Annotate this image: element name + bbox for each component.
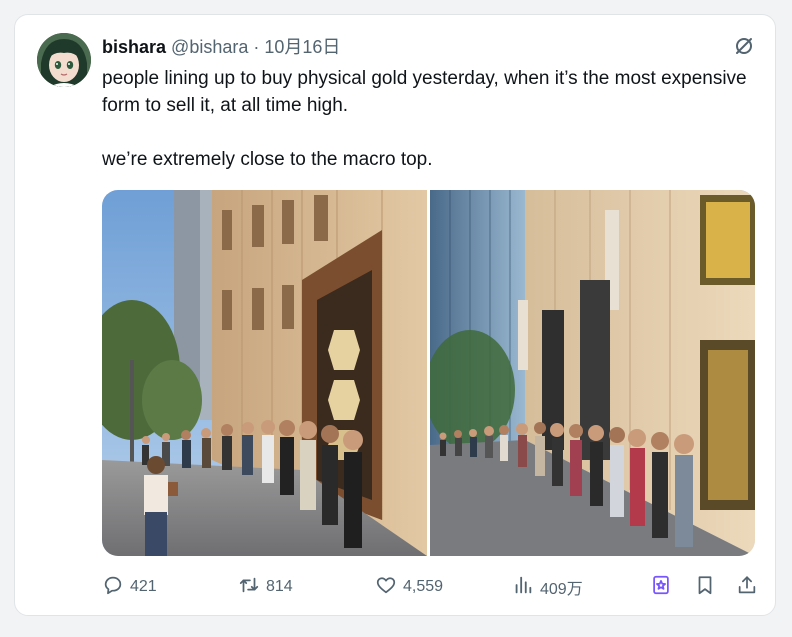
action-bar: 421 814 4,559 409万	[102, 573, 757, 601]
tweet-text-line-2: we’re extremely close to the macro top.	[102, 149, 433, 170]
repost-arrows-icon	[238, 574, 260, 601]
separator: ·	[253, 37, 260, 57]
media-grid	[102, 190, 755, 556]
bookmark-star-icon	[650, 574, 672, 601]
photo-left[interactable]	[102, 190, 427, 556]
share-upload-icon	[736, 574, 758, 601]
like-button[interactable]: 4,559	[375, 573, 443, 601]
reply-bubble-icon	[102, 574, 124, 601]
tweet-text-line-1: people lining up to buy physical gold ye…	[102, 68, 747, 116]
share-button[interactable]	[736, 573, 758, 601]
repost-button[interactable]: 814	[238, 573, 293, 601]
tweet-card[interactable]: bishara @bishara · 10月16日 people lining …	[14, 14, 776, 616]
post-date[interactable]: 10月16日	[264, 37, 340, 57]
avatar[interactable]	[37, 33, 91, 87]
repost-count: 814	[266, 578, 293, 595]
photo-right[interactable]	[430, 190, 755, 556]
bookmark-button[interactable]	[694, 573, 716, 601]
views-count: 409万	[540, 581, 583, 598]
views-button[interactable]: 409万	[512, 573, 583, 601]
reply-count: 421	[130, 578, 157, 595]
display-name[interactable]: bishara	[102, 37, 166, 57]
heart-icon	[375, 574, 397, 601]
reply-button[interactable]: 421	[102, 573, 157, 601]
tweet-text: people lining up to buy physical gold ye…	[102, 65, 752, 173]
grok-slash-icon[interactable]	[733, 35, 755, 57]
bar-chart-icon	[512, 574, 534, 601]
tweet-header: bishara @bishara · 10月16日	[102, 36, 340, 58]
grok-bookmark-button[interactable]	[650, 573, 672, 601]
like-count: 4,559	[403, 578, 444, 595]
bookmark-icon	[694, 574, 716, 601]
handle[interactable]: @bishara	[171, 37, 248, 57]
